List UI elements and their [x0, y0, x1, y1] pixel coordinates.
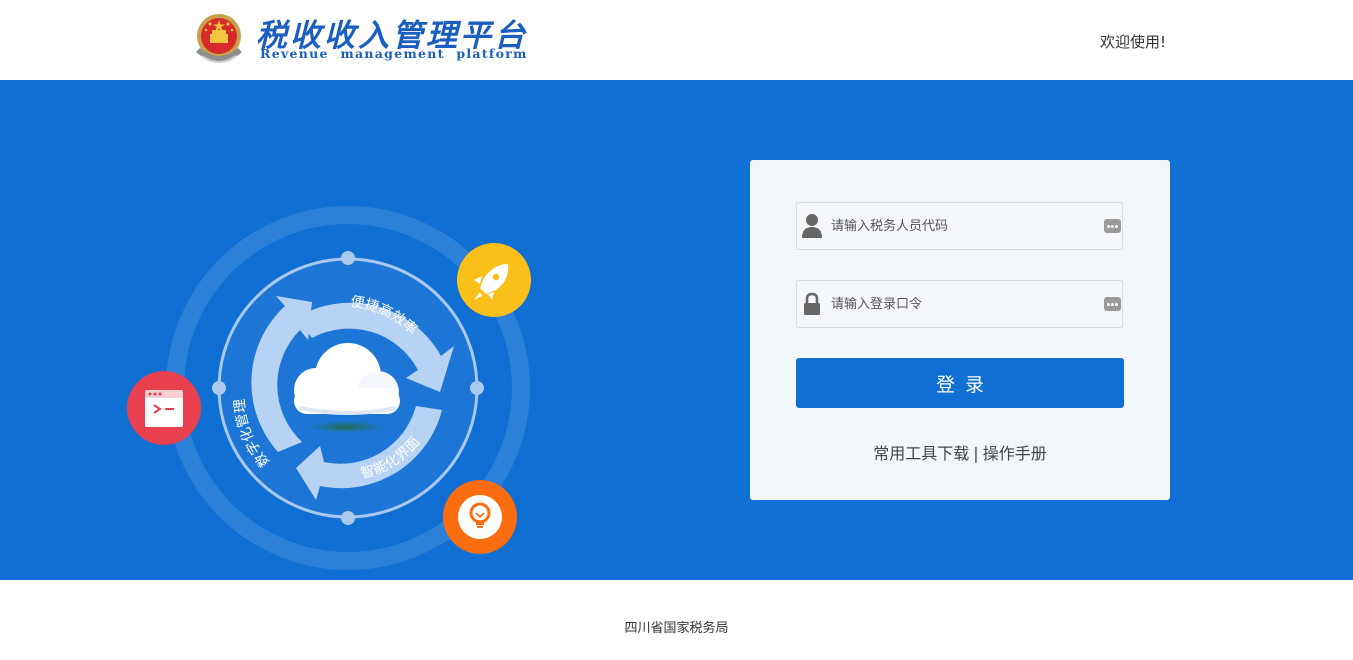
national-emblem-icon	[196, 14, 242, 63]
ring-dot-left	[212, 381, 226, 395]
ring-dot-right	[470, 381, 484, 395]
ring-dot-bottom	[341, 511, 355, 525]
keyboard-dots-icon[interactable]	[1104, 219, 1121, 233]
password-input[interactable]	[831, 281, 1099, 327]
username-field[interactable]	[796, 202, 1123, 250]
ring-dot-top	[341, 251, 355, 265]
link-separator: |	[973, 444, 979, 463]
logo: 税收收入管理平台 Revenue management platform	[190, 8, 530, 70]
tools-download-link[interactable]: 常用工具下载	[873, 444, 969, 463]
manual-link[interactable]: 操作手册	[983, 444, 1047, 463]
footer-text: 四川省国家税务局	[624, 621, 729, 636]
login-button[interactable]: 登录	[796, 358, 1124, 408]
header: 税收收入管理平台 Revenue management platform 欢迎使…	[0, 0, 1353, 80]
platform-illustration: 便捷高效率 数字化管理 智能化界面	[127, 206, 531, 570]
password-field[interactable]	[796, 280, 1123, 328]
footer: 四川省国家税务局	[0, 580, 1353, 660]
lock-icon	[804, 292, 820, 315]
rocket-icon	[457, 243, 531, 317]
lightbulb-icon	[443, 480, 517, 554]
login-card: 登录 常用工具下载|操作手册	[750, 160, 1170, 500]
logo-subtitle: Revenue management platform	[260, 46, 528, 61]
terminal-icon	[127, 371, 201, 445]
help-links: 常用工具下载 | 操作手册	[750, 440, 1170, 464]
keyboard-dots-icon[interactable]	[1104, 297, 1121, 311]
username-input[interactable]	[831, 203, 1099, 249]
welcome-text: 欢迎使用!	[1100, 33, 1167, 51]
user-icon	[802, 214, 822, 238]
